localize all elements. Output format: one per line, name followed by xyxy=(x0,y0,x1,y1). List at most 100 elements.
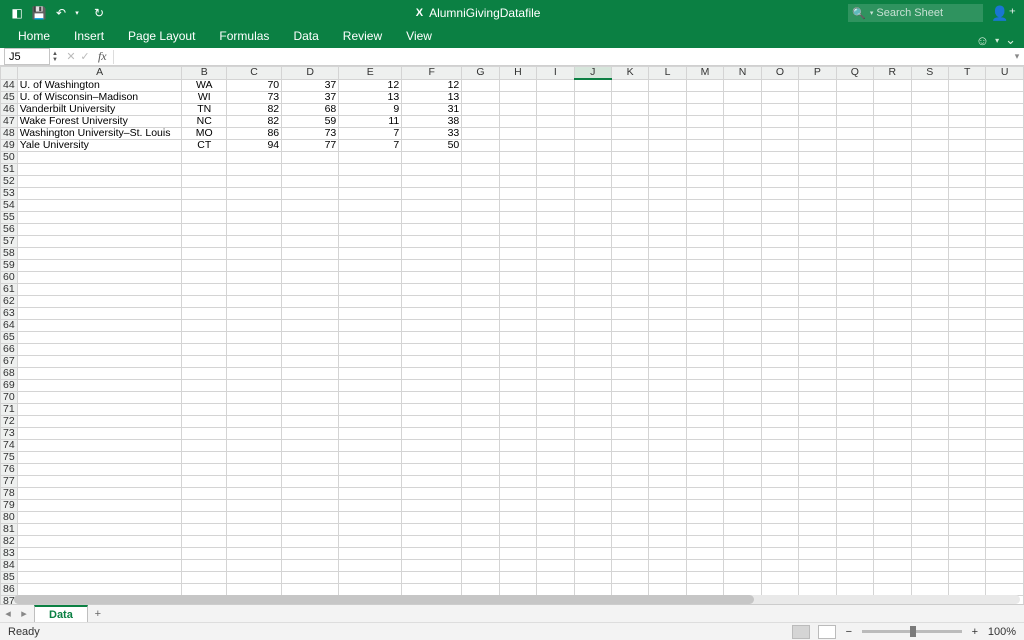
cell[interactable] xyxy=(537,475,574,487)
cell[interactable] xyxy=(911,235,948,247)
cell[interactable] xyxy=(874,211,911,223)
cell[interactable] xyxy=(537,259,574,271)
row-header[interactable]: 52 xyxy=(1,175,18,187)
cell[interactable] xyxy=(462,247,499,259)
cell[interactable] xyxy=(724,259,761,271)
cell[interactable] xyxy=(649,259,686,271)
cell[interactable] xyxy=(761,235,798,247)
cell[interactable] xyxy=(574,307,611,319)
cell[interactable]: 70 xyxy=(226,79,281,91)
cell[interactable] xyxy=(402,451,462,463)
cell[interactable] xyxy=(402,199,462,211)
cell[interactable] xyxy=(499,439,536,451)
cell[interactable] xyxy=(462,235,499,247)
cell[interactable] xyxy=(17,247,182,259)
row-header[interactable]: 74 xyxy=(1,439,18,451)
cell[interactable] xyxy=(686,271,723,283)
next-sheet-button[interactable]: ▸ xyxy=(16,607,32,620)
cell[interactable] xyxy=(911,91,948,103)
cell[interactable] xyxy=(986,571,1024,583)
cell[interactable] xyxy=(761,271,798,283)
cell[interactable] xyxy=(986,319,1024,331)
cell[interactable] xyxy=(724,91,761,103)
cell[interactable] xyxy=(339,319,402,331)
cell[interactable]: 31 xyxy=(402,103,462,115)
cell[interactable] xyxy=(17,403,182,415)
cell[interactable] xyxy=(874,427,911,439)
cell[interactable] xyxy=(686,343,723,355)
cell[interactable] xyxy=(986,199,1024,211)
zoom-in-button[interactable]: + xyxy=(970,626,980,638)
cell[interactable] xyxy=(761,307,798,319)
cell[interactable] xyxy=(761,163,798,175)
cell[interactable] xyxy=(649,139,686,151)
cell[interactable] xyxy=(402,415,462,427)
column-header-I[interactable]: I xyxy=(537,67,574,80)
zoom-slider[interactable] xyxy=(862,630,962,633)
cell[interactable] xyxy=(402,511,462,523)
column-header-D[interactable]: D xyxy=(282,67,339,80)
column-header-N[interactable]: N xyxy=(724,67,761,80)
cell[interactable] xyxy=(611,127,648,139)
cell[interactable] xyxy=(686,163,723,175)
cell[interactable] xyxy=(462,151,499,163)
cell[interactable] xyxy=(911,427,948,439)
cell[interactable] xyxy=(499,319,536,331)
cell[interactable] xyxy=(282,439,339,451)
cell[interactable] xyxy=(761,391,798,403)
cell[interactable] xyxy=(611,343,648,355)
cell[interactable] xyxy=(911,379,948,391)
cell[interactable] xyxy=(836,367,873,379)
cell[interactable] xyxy=(836,499,873,511)
cell[interactable] xyxy=(499,331,536,343)
cell[interactable] xyxy=(611,511,648,523)
cell[interactable] xyxy=(611,439,648,451)
cell[interactable] xyxy=(462,571,499,583)
cell[interactable]: 7 xyxy=(339,127,402,139)
cell[interactable] xyxy=(836,415,873,427)
cell[interactable] xyxy=(948,487,985,499)
cell[interactable] xyxy=(874,499,911,511)
cell[interactable] xyxy=(462,223,499,235)
cell[interactable] xyxy=(874,367,911,379)
cell[interactable] xyxy=(649,367,686,379)
cell[interactable] xyxy=(537,247,574,259)
cell[interactable] xyxy=(226,391,281,403)
column-header-K[interactable]: K xyxy=(611,67,648,80)
tab-data[interactable]: Data xyxy=(281,25,330,48)
select-all-corner[interactable] xyxy=(1,67,18,80)
cell[interactable] xyxy=(836,79,873,91)
cell[interactable] xyxy=(724,403,761,415)
cell[interactable] xyxy=(574,79,611,91)
cell[interactable] xyxy=(339,403,402,415)
cell[interactable] xyxy=(282,319,339,331)
cell[interactable] xyxy=(182,307,227,319)
cell[interactable] xyxy=(402,235,462,247)
cell[interactable] xyxy=(462,91,499,103)
cell[interactable] xyxy=(226,463,281,475)
cell[interactable] xyxy=(799,295,836,307)
cell[interactable] xyxy=(761,523,798,535)
cell[interactable] xyxy=(226,247,281,259)
cell[interactable] xyxy=(611,187,648,199)
cell[interactable] xyxy=(574,103,611,115)
cell[interactable] xyxy=(537,499,574,511)
redo-icon[interactable]: ↻ xyxy=(92,6,106,20)
cell[interactable] xyxy=(948,403,985,415)
cell[interactable] xyxy=(649,103,686,115)
cell[interactable] xyxy=(17,211,182,223)
cell[interactable] xyxy=(611,487,648,499)
cell[interactable] xyxy=(282,511,339,523)
cell[interactable] xyxy=(339,427,402,439)
row-header[interactable]: 62 xyxy=(1,295,18,307)
cell[interactable] xyxy=(282,271,339,283)
cell[interactable] xyxy=(574,511,611,523)
cell[interactable] xyxy=(911,391,948,403)
cell[interactable] xyxy=(911,583,948,595)
cell[interactable] xyxy=(402,247,462,259)
column-header-G[interactable]: G xyxy=(462,67,499,80)
cell[interactable] xyxy=(17,319,182,331)
cell[interactable] xyxy=(761,583,798,595)
cell[interactable] xyxy=(686,319,723,331)
cell[interactable] xyxy=(499,79,536,91)
